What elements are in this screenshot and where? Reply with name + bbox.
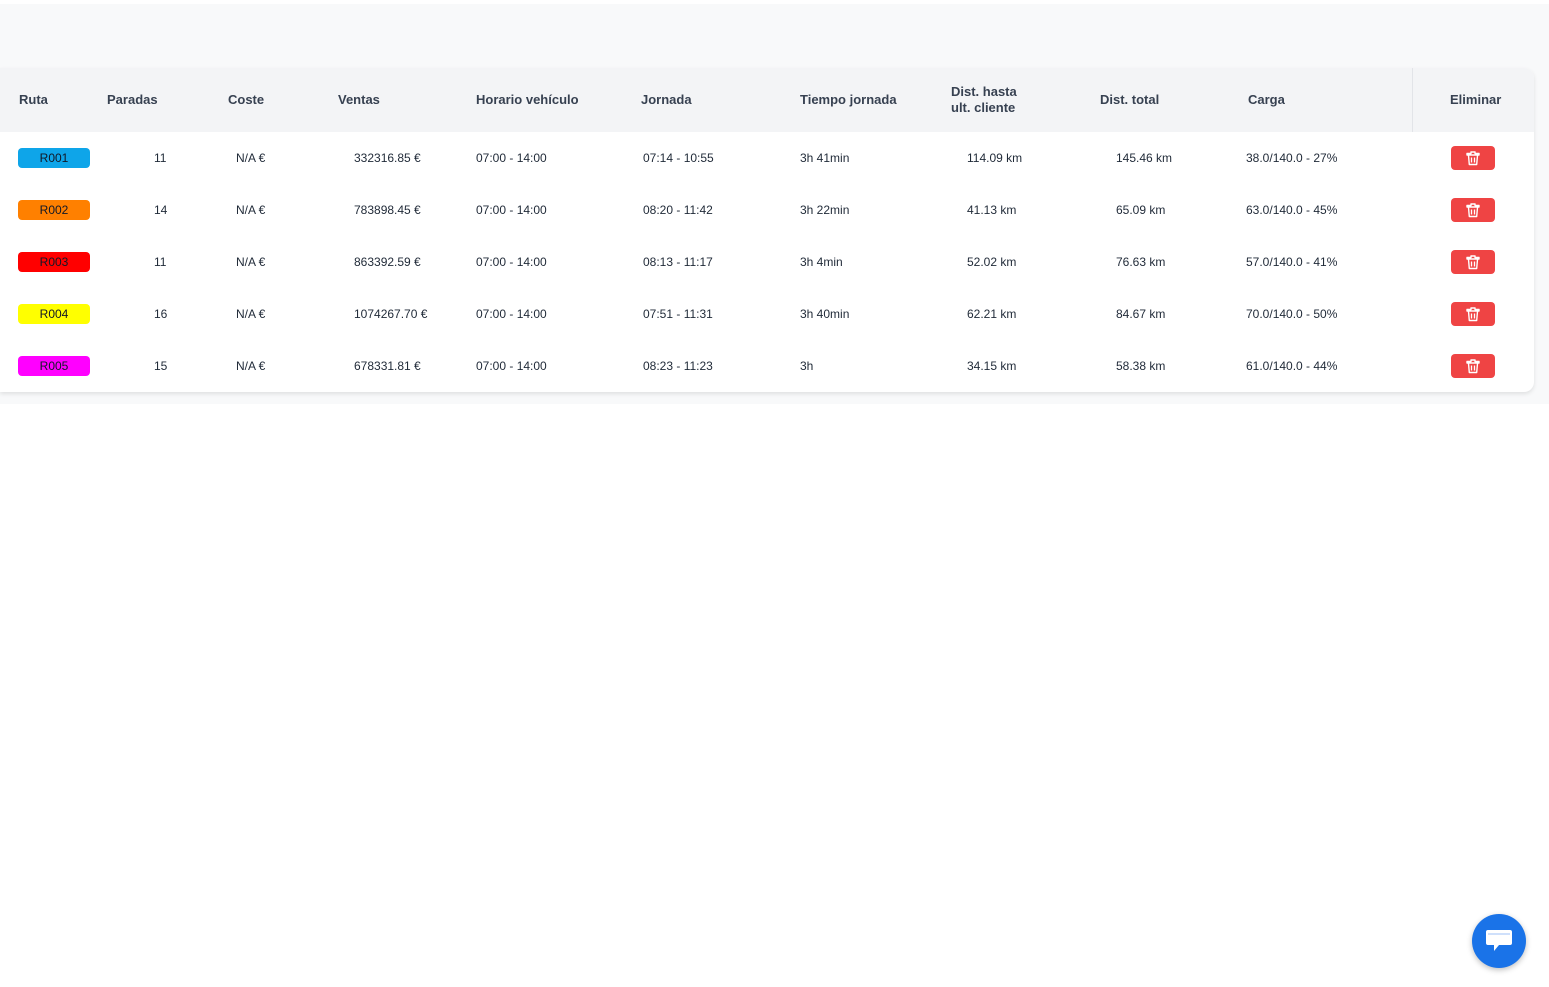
header-ventas: Ventas [338, 92, 380, 107]
cell-ventas: 332316.85 € [354, 151, 421, 165]
trash-icon [1466, 150, 1480, 165]
cell-tiempo-jornada: 3h 41min [800, 151, 850, 165]
route-badge[interactable]: R004 [18, 304, 90, 324]
cell-jornada: 08:23 - 11:23 [643, 359, 713, 373]
header-divider [1412, 68, 1413, 132]
cell-carga: 61.0/140.0 - 44% [1246, 359, 1338, 373]
header-dist-total: Dist. total [1100, 92, 1160, 107]
cell-carga: 63.0/140.0 - 45% [1246, 203, 1338, 217]
cell-tiempo-jornada: 3h 4min [800, 255, 843, 269]
cell-horario-vehiculo: 07:00 - 14:00 [476, 359, 547, 373]
route-badge[interactable]: R003 [18, 252, 90, 272]
cell-dist-total: 76.63 km [1116, 255, 1166, 269]
cell-coste: N/A € [236, 307, 266, 321]
cell-paradas: 15 [154, 359, 168, 373]
cell-tiempo-jornada: 3h [800, 359, 814, 373]
cell-paradas: 11 [154, 255, 167, 269]
cell-dist-hasta: 34.15 km [967, 359, 1017, 373]
cell-coste: N/A € [236, 151, 266, 165]
route-badge[interactable]: R001 [18, 148, 90, 168]
delete-route-button[interactable] [1451, 302, 1495, 326]
table-row: R002 14 N/A € 783898.45 € 07:00 - 14:00 … [0, 184, 1534, 236]
cell-ventas: 678331.81 € [354, 359, 421, 373]
cell-jornada: 07:14 - 10:55 [643, 151, 714, 165]
cell-jornada: 08:13 - 11:17 [643, 255, 713, 269]
table-row: R004 16 N/A € 1074267.70 € 07:00 - 14:00… [0, 288, 1534, 340]
cell-dist-total: 65.09 km [1116, 203, 1166, 217]
trash-icon [1466, 358, 1480, 373]
delete-route-button[interactable] [1451, 146, 1495, 170]
cell-dist-hasta: 41.13 km [967, 203, 1017, 217]
delete-route-button[interactable] [1451, 354, 1495, 378]
trash-icon [1466, 254, 1480, 269]
route-badge[interactable]: R002 [18, 200, 90, 220]
header-paradas: Paradas [107, 92, 158, 107]
header-coste: Coste [228, 92, 265, 107]
cell-dist-total: 84.67 km [1116, 307, 1166, 321]
cell-horario-vehiculo: 07:00 - 14:00 [476, 255, 547, 269]
cell-paradas: 16 [154, 307, 168, 321]
cell-jornada: 08:20 - 11:42 [643, 203, 713, 217]
cell-horario-vehiculo: 07:00 - 14:00 [476, 307, 547, 321]
header-dist-hasta-line2: ult. cliente [951, 100, 1016, 115]
chat-icon [1486, 930, 1512, 951]
header-carga: Carga [1248, 92, 1285, 107]
header-jornada: Jornada [641, 92, 692, 107]
cell-ventas: 783898.45 € [354, 203, 421, 217]
cell-ventas: 863392.59 € [354, 255, 421, 269]
route-badge[interactable]: R005 [18, 356, 90, 376]
table-row: R003 11 N/A € 863392.59 € 07:00 - 14:00 … [0, 236, 1534, 288]
cell-tiempo-jornada: 3h 22min [800, 203, 850, 217]
cell-tiempo-jornada: 3h 40min [800, 307, 850, 321]
header-ruta: Ruta [19, 92, 48, 107]
cell-carga: 57.0/140.0 - 41% [1246, 255, 1338, 269]
cell-dist-total: 58.38 km [1116, 359, 1166, 373]
header-horario-vehiculo: Horario vehículo [476, 92, 579, 107]
table-row: R005 15 N/A € 678331.81 € 07:00 - 14:00 … [0, 340, 1534, 392]
cell-ventas: 1074267.70 € [354, 307, 428, 321]
cell-paradas: 11 [154, 151, 167, 165]
cell-coste: N/A € [236, 203, 266, 217]
cell-horario-vehiculo: 07:00 - 14:00 [476, 203, 547, 217]
header-dist-hasta: Dist. hasta ult. cliente [951, 68, 1017, 132]
cell-carga: 70.0/140.0 - 50% [1246, 307, 1338, 321]
table-header: Ruta Paradas Coste Ventas Horario vehícu… [0, 68, 1534, 132]
cell-coste: N/A € [236, 255, 266, 269]
cell-dist-hasta: 62.21 km [967, 307, 1017, 321]
trash-icon [1466, 306, 1480, 321]
routes-table: Ruta Paradas Coste Ventas Horario vehícu… [0, 68, 1534, 392]
trash-icon [1466, 202, 1480, 217]
delete-route-button[interactable] [1451, 250, 1495, 274]
header-tiempo-jornada: Tiempo jornada [800, 92, 897, 107]
header-dist-hasta-line1: Dist. hasta [951, 84, 1017, 99]
cell-carga: 38.0/140.0 - 27% [1246, 151, 1338, 165]
cell-coste: N/A € [236, 359, 266, 373]
cell-jornada: 07:51 - 11:31 [643, 307, 713, 321]
cell-dist-total: 145.46 km [1116, 151, 1173, 165]
routes-panel: Ruta Paradas Coste Ventas Horario vehícu… [0, 4, 1549, 404]
delete-route-button[interactable] [1451, 198, 1495, 222]
cell-dist-hasta: 114.09 km [967, 151, 1023, 165]
chat-button[interactable] [1472, 914, 1526, 968]
cell-dist-hasta: 52.02 km [967, 255, 1017, 269]
cell-paradas: 14 [154, 203, 168, 217]
cell-horario-vehiculo: 07:00 - 14:00 [476, 151, 547, 165]
header-eliminar: Eliminar [1450, 92, 1502, 107]
table-row: R001 11 N/A € 332316.85 € 07:00 - 14:00 … [0, 132, 1534, 184]
